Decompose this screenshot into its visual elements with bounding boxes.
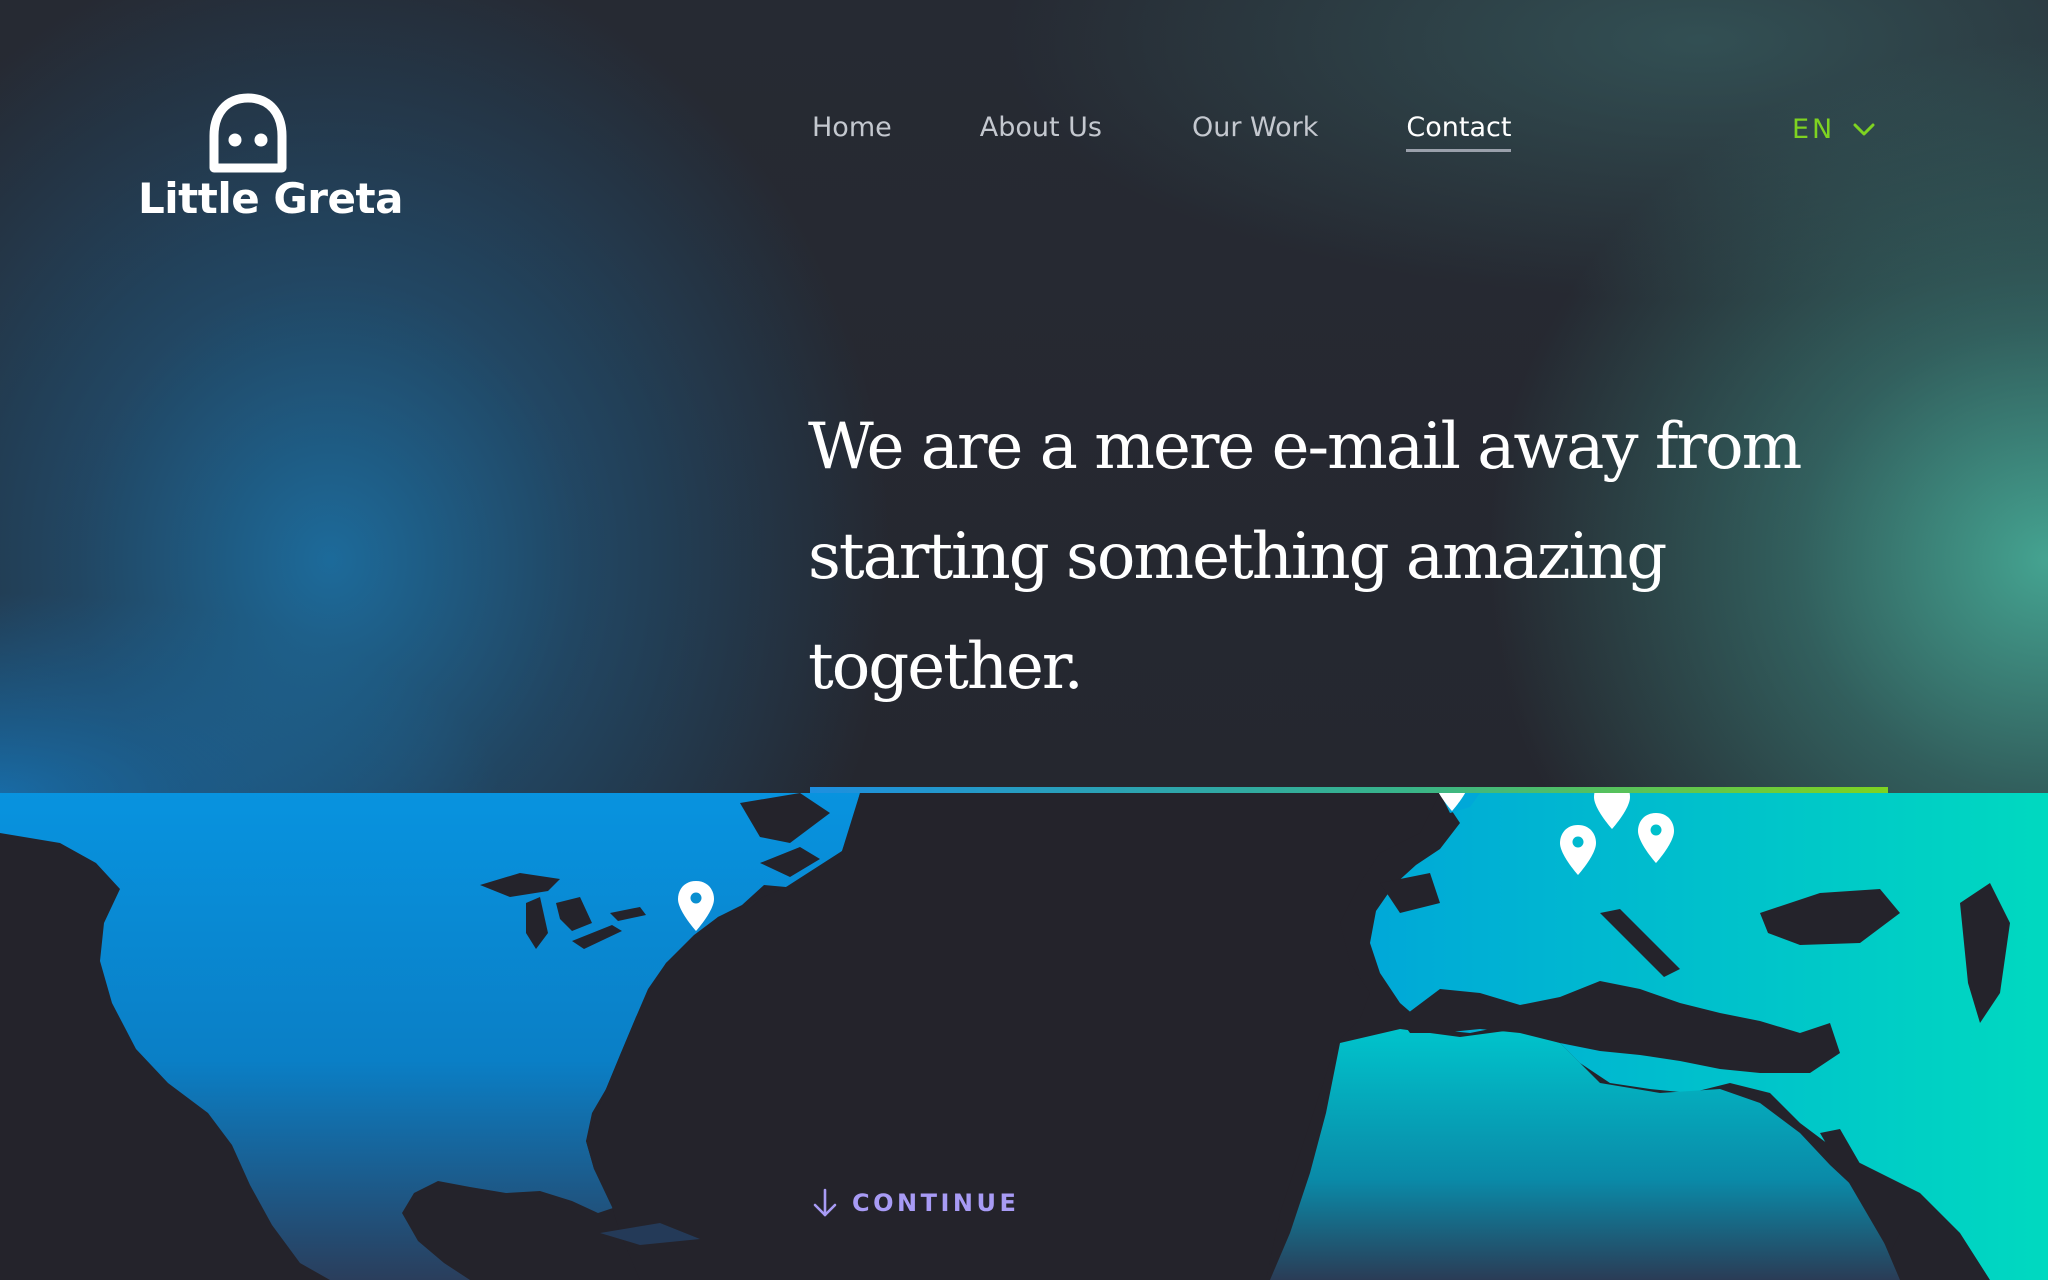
nav-item-contact[interactable]: Contact xyxy=(1406,112,1512,152)
map-graphic xyxy=(0,793,2048,1280)
language-label: EN xyxy=(1792,114,1836,145)
contact-page: Little Greta Home About Us Our Work Cont… xyxy=(0,0,2048,1280)
continue-button[interactable]: CONTINUE xyxy=(812,1188,1019,1218)
chevron-down-icon xyxy=(1853,123,1875,135)
nav-item-about-us[interactable]: About Us xyxy=(980,112,1102,152)
hero-headline: We are a mere e-mail away from starting … xyxy=(808,410,1802,704)
language-selector[interactable]: EN xyxy=(1792,114,1875,145)
main-navigation: Home About Us Our Work Contact xyxy=(812,112,1512,152)
world-map xyxy=(0,793,2048,1280)
continue-label: CONTINUE xyxy=(852,1189,1020,1217)
smiley-face-icon xyxy=(209,93,287,173)
hero-section: Little Greta Home About Us Our Work Cont… xyxy=(0,0,2048,793)
nav-item-home[interactable]: Home xyxy=(812,112,892,152)
arrow-down-icon xyxy=(813,1188,837,1217)
brand-logo[interactable]: Little Greta xyxy=(138,92,403,223)
brand-name: Little Greta xyxy=(138,174,403,223)
nav-item-our-work[interactable]: Our Work xyxy=(1192,112,1318,152)
